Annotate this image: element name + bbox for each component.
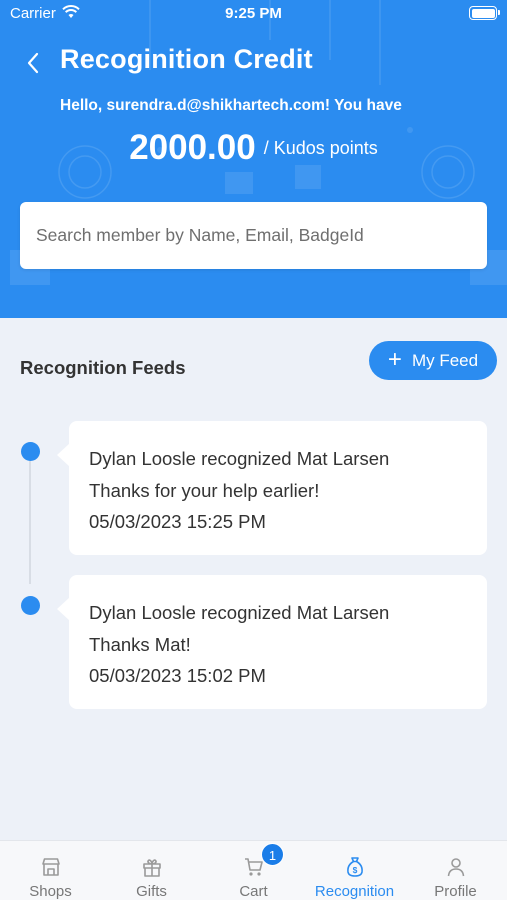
status-bar: Carrier 9:25 PM bbox=[0, 0, 507, 30]
feed-message: Thanks Mat! bbox=[89, 633, 191, 655]
page-title: Recoginition Credit bbox=[60, 44, 313, 74]
feed-headline: Dylan Loosle recognized Mat Larsen bbox=[89, 448, 390, 469]
person-icon bbox=[447, 858, 464, 877]
feed-card[interactable]: Dylan Loosle recognized Mat Larsen Thank… bbox=[57, 575, 487, 709]
points-unit: / Kudos points bbox=[263, 137, 378, 158]
timeline-line bbox=[29, 460, 31, 584]
feed-timestamp: 05/03/2023 15:02 PM bbox=[89, 665, 266, 686]
greeting-text: Hello, surendra.d@shikhartech.com! You h… bbox=[60, 97, 402, 114]
feed-headline: Dylan Loosle recognized Mat Larsen bbox=[89, 602, 390, 623]
money-bag-icon: $ bbox=[346, 857, 363, 877]
tab-label: Shops bbox=[29, 883, 72, 900]
plus-icon: + bbox=[387, 345, 402, 373]
my-feed-button[interactable]: + My Feed bbox=[369, 341, 497, 380]
clock: 9:25 PM bbox=[225, 5, 282, 22]
cart-count-badge: 1 bbox=[261, 843, 284, 866]
tab-label: Gifts bbox=[136, 883, 167, 900]
chevron-left-icon bbox=[27, 52, 39, 74]
feed-timestamp: 05/03/2023 15:25 PM bbox=[89, 511, 266, 532]
svg-text:$: $ bbox=[352, 865, 357, 875]
tab-profile[interactable]: Profile bbox=[405, 841, 506, 900]
feed-card[interactable]: Dylan Loosle recognized Mat Larsen Thank… bbox=[57, 421, 487, 555]
back-button[interactable] bbox=[18, 48, 48, 78]
points-display: 2000.00 / Kudos points bbox=[0, 128, 507, 168]
timeline-dot bbox=[21, 442, 40, 461]
member-search-input[interactable] bbox=[20, 202, 487, 269]
tab-gifts[interactable]: Gifts bbox=[101, 841, 202, 900]
battery-icon bbox=[469, 6, 500, 20]
timeline-dot bbox=[21, 596, 40, 615]
tab-recognition[interactable]: $ Recognition bbox=[304, 841, 405, 900]
gift-icon bbox=[142, 859, 161, 877]
header-banner: Carrier 9:25 PM Recoginition Credit Hell… bbox=[0, 0, 507, 318]
tab-label: Profile bbox=[434, 883, 477, 900]
shop-icon bbox=[41, 858, 60, 876]
tab-label: Recognition bbox=[314, 883, 395, 900]
my-feed-label: My Feed bbox=[411, 350, 479, 370]
tab-label: Cart bbox=[239, 883, 268, 900]
points-value: 2000.00 bbox=[129, 128, 256, 167]
feeds-title: Recognition Feeds bbox=[20, 357, 186, 378]
tab-cart[interactable]: 1 Cart bbox=[203, 841, 304, 900]
member-search-box[interactable] bbox=[20, 202, 487, 269]
tab-shops[interactable]: Shops bbox=[0, 841, 101, 900]
feed-message: Thanks for your help earlier! bbox=[89, 479, 320, 501]
bottom-tab-bar: Shops Gifts 1 Cart $ Recognition Profile bbox=[0, 840, 507, 900]
